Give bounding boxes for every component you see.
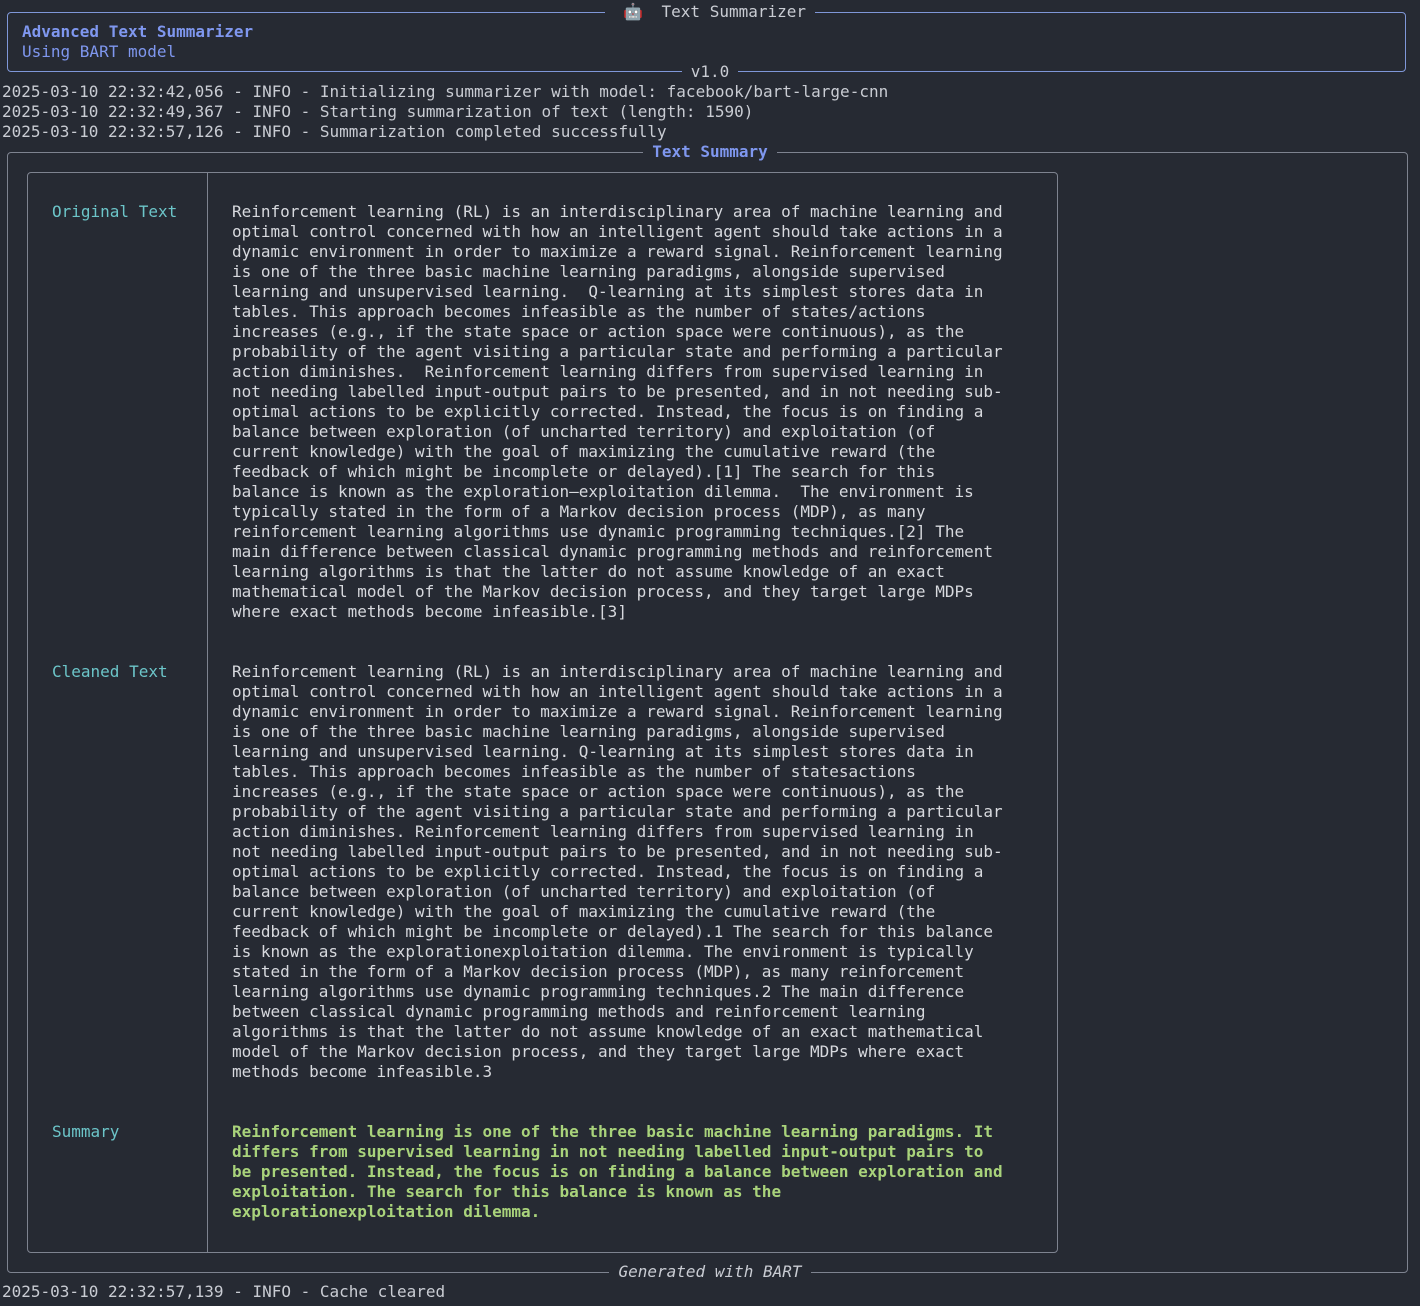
- row-text-summary: Reinforcement learning is one of the thr…: [232, 1122, 1003, 1221]
- log-line: 2025-03-10 22:32:57,126 - INFO - Summari…: [2, 122, 667, 141]
- version-bar: v1.0: [0, 62, 1420, 82]
- window-title: Text Summarizer: [661, 2, 807, 21]
- panel-title-bar: Text Summary: [0, 142, 1420, 162]
- header-title-bar: 🤖 Text Summarizer: [0, 2, 1420, 22]
- panel-title: Text Summary: [643, 142, 777, 161]
- log-line: 2025-03-10 22:32:49,367 - INFO - Startin…: [2, 102, 754, 121]
- row-text-cleaned: Reinforcement learning (RL) is an interd…: [232, 662, 1003, 1081]
- panel-footer-bar: Generated with BART: [0, 1262, 1420, 1282]
- row-label-original: Original Text: [52, 202, 178, 221]
- log-line: 2025-03-10 22:32:57,139 - INFO - Cache c…: [2, 1282, 446, 1301]
- version-label: v1.0: [681, 62, 739, 81]
- app-name: Advanced Text Summarizer: [22, 22, 254, 41]
- table-column-divider: [207, 172, 208, 1253]
- app-subtitle: Using BART model: [22, 42, 177, 61]
- panel-footer: Generated with BART: [609, 1262, 811, 1281]
- row-label-summary: Summary: [52, 1122, 120, 1141]
- row-text-original: Reinforcement learning (RL) is an interd…: [232, 202, 1003, 621]
- robot-icon: 🤖: [613, 2, 652, 21]
- log-line: 2025-03-10 22:32:42,056 - INFO - Initial…: [2, 82, 889, 101]
- row-label-cleaned: Cleaned Text: [52, 662, 168, 681]
